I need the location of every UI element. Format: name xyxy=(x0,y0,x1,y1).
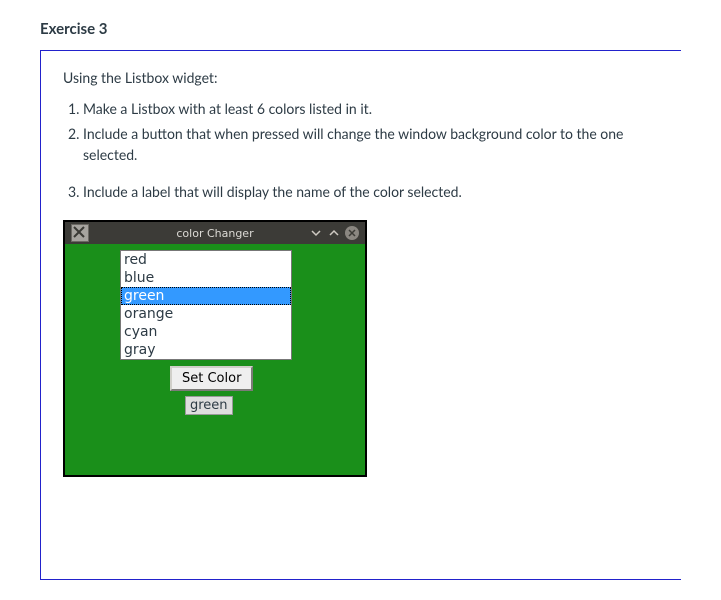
listbox-item-blue[interactable]: blue xyxy=(121,269,291,287)
exercise-title: Exercise 3 xyxy=(40,20,681,38)
listbox-item-orange[interactable]: orange xyxy=(121,305,291,323)
selected-color-label: green xyxy=(185,396,233,415)
set-color-button[interactable]: Set Color xyxy=(170,366,253,391)
listbox-item-red[interactable]: red xyxy=(121,251,291,269)
exercise-intro: Using the Listbox widget: xyxy=(63,69,659,86)
close-icon[interactable] xyxy=(345,226,359,240)
tk-canvas: red blue green orange cyan gray Set Colo… xyxy=(65,244,365,475)
tk-titlebar: color Changer xyxy=(65,222,365,244)
app-icon xyxy=(71,224,89,242)
step-3: Include a label that will display the na… xyxy=(83,181,659,202)
step-1: Make a Listbox with at least 6 colors li… xyxy=(83,98,659,119)
listbox-item-gray[interactable]: gray xyxy=(121,341,291,359)
maximize-icon[interactable] xyxy=(327,226,341,240)
exercise-steps: Make a Listbox with at least 6 colors li… xyxy=(83,98,659,202)
color-listbox[interactable]: red blue green orange cyan gray xyxy=(120,250,292,360)
minimize-icon[interactable] xyxy=(309,226,323,240)
step-2: Include a button that when pressed will … xyxy=(83,123,659,165)
tk-window: color Changer red blue green orange cyan… xyxy=(63,220,367,477)
listbox-item-green[interactable]: green xyxy=(121,287,291,305)
listbox-item-cyan[interactable]: cyan xyxy=(121,323,291,341)
exercise-panel: Using the Listbox widget: Make a Listbox… xyxy=(40,50,681,580)
